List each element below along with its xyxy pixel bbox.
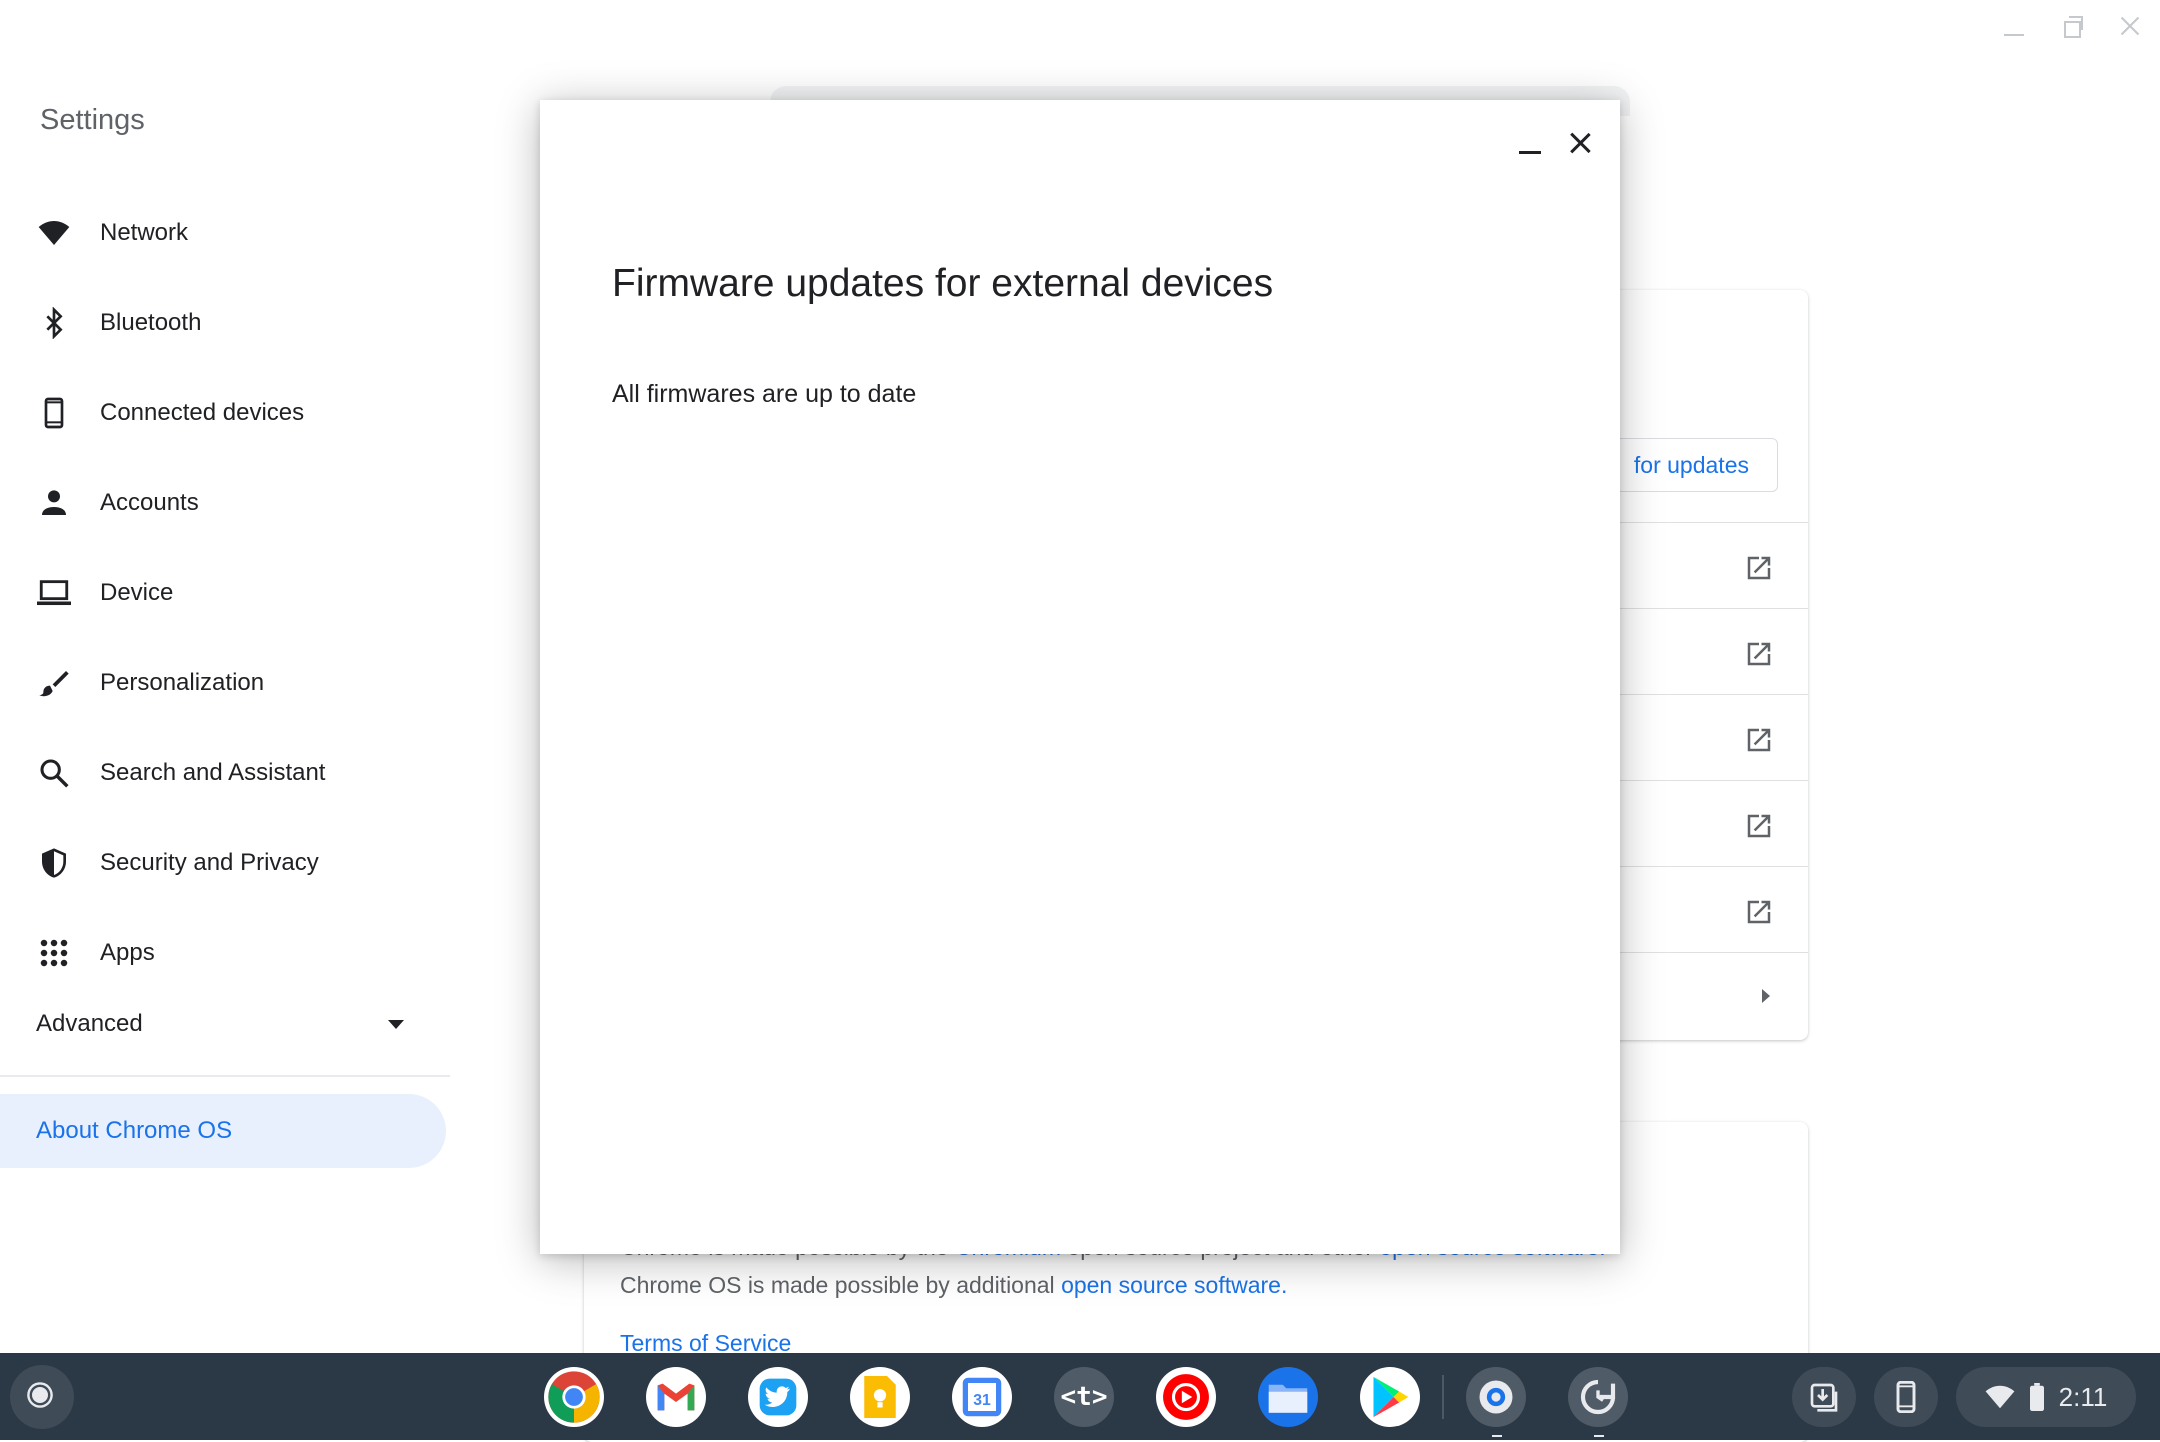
additional-open-source-link[interactable]: open source software. [1061, 1272, 1287, 1298]
system-tray-button[interactable]: 2:11 [1956, 1367, 2136, 1427]
clock-time: 2:11 [2058, 1381, 2108, 1412]
brush-icon [36, 665, 72, 701]
update-app-icon[interactable] [1568, 1367, 1628, 1437]
chromeos-credit-text: Chrome OS is made possible by additional… [620, 1272, 1287, 1299]
dialog-title: Firmware updates for external devices [612, 262, 1274, 305]
advanced-label: Advanced [36, 1010, 143, 1037]
sidebar-item-label: Search and Assistant [100, 759, 326, 786]
sidebar-item-label: Device [100, 579, 174, 606]
youtube-music-app-icon[interactable] [1156, 1367, 1216, 1427]
calendar-date-text: 31 [973, 1392, 991, 1409]
keep-app-icon[interactable] [850, 1367, 910, 1427]
about-expand-row[interactable] [1600, 952, 1808, 1039]
chrome-app-icon[interactable] [544, 1367, 604, 1427]
firmware-update-dialog: Firmware updates for external devices Al… [540, 100, 1620, 1254]
download-tray-icon [1810, 1383, 1838, 1412]
open-external-icon [1744, 725, 1771, 752]
launcher-button[interactable] [10, 1365, 74, 1429]
window-maximize-icon[interactable] [2060, 14, 2084, 38]
wifi-icon [36, 215, 72, 251]
bluetooth-icon [36, 305, 72, 341]
about-card: for updates [1580, 290, 1808, 1040]
wifi-status-icon [1985, 1385, 2015, 1409]
files-app-icon[interactable] [1258, 1367, 1318, 1427]
dialog-minimize-icon[interactable] [1518, 132, 1542, 156]
about-link-row[interactable] [1600, 694, 1808, 781]
credit-text-part: Chrome OS is made possible by additional [620, 1272, 1062, 1298]
shield-icon [36, 845, 72, 881]
sidebar-item-label: Security and Privacy [100, 849, 319, 876]
caret-right-icon [1762, 989, 1770, 1003]
sidebar-item-label: Accounts [100, 489, 199, 516]
window-controls [2002, 14, 2142, 38]
apps-grid-icon [36, 935, 72, 971]
sidebar-item-personalization[interactable]: Personalization [0, 638, 450, 728]
sidebar-item-about-chrome-os[interactable]: About Chrome OS [0, 1094, 446, 1168]
sidebar-item-bluetooth[interactable]: Bluetooth [0, 278, 450, 368]
phone-hub-icon [1896, 1381, 1916, 1413]
text-app-icon[interactable]: <t> [1054, 1367, 1114, 1427]
sidebar-item-label: Bluetooth [100, 309, 202, 336]
settings-title: Settings [40, 104, 145, 136]
status-tray: 2:11 [1792, 1367, 2136, 1427]
holding-space-button[interactable] [1792, 1367, 1856, 1427]
sidebar-item-device[interactable]: Device [0, 548, 450, 638]
open-external-icon [1744, 553, 1771, 580]
about-link-row[interactable] [1600, 608, 1808, 695]
sidebar-item-label: Personalization [100, 669, 265, 696]
sidebar-item-search-and-assistant[interactable]: Search and Assistant [0, 728, 450, 818]
open-external-icon [1744, 897, 1771, 924]
sidebar-divider [0, 1075, 450, 1077]
laptop-icon [36, 575, 72, 611]
open-external-icon [1744, 811, 1771, 838]
shelf-apps: 31 <t> [544, 1367, 1628, 1437]
sidebar-advanced-toggle[interactable]: Advanced [36, 1010, 416, 1038]
sidebar-item-security-and-privacy[interactable]: Security and Privacy [0, 818, 450, 908]
open-external-icon [1744, 639, 1771, 666]
sidebar-nav: Network Bluetooth Connected devices Acco… [0, 188, 450, 998]
sidebar-item-label: Connected devices [100, 399, 305, 426]
window-minimize-icon[interactable] [2002, 14, 2026, 38]
shelf-divider [1442, 1375, 1444, 1419]
twitter-app-icon[interactable] [748, 1367, 808, 1427]
text-app-glyph: <t> [1060, 1382, 1108, 1412]
sidebar-item-accounts[interactable]: Accounts [0, 458, 450, 548]
gmail-app-icon[interactable] [646, 1367, 706, 1427]
phone-icon [36, 395, 72, 431]
sidebar-item-label: About Chrome OS [36, 1117, 233, 1144]
sidebar-item-network[interactable]: Network [0, 188, 450, 278]
about-link-row[interactable] [1600, 522, 1808, 609]
sidebar-item-label: Network [100, 219, 189, 246]
window-close-icon[interactable] [2118, 14, 2142, 38]
battery-icon [2029, 1383, 2044, 1411]
caret-down-icon [388, 1019, 404, 1029]
calendar-app-icon[interactable]: 31 [952, 1367, 1012, 1427]
play-store-app-icon[interactable] [1360, 1367, 1420, 1427]
about-link-row[interactable] [1600, 866, 1808, 953]
shelf: 31 <t> 2:11 [0, 1353, 2160, 1440]
dialog-close-icon[interactable] [1556, 118, 1604, 166]
settings-app-icon[interactable] [1466, 1367, 1526, 1437]
running-indicator [1594, 1435, 1604, 1437]
search-icon [36, 755, 72, 791]
sidebar-item-connected-devices[interactable]: Connected devices [0, 368, 450, 458]
about-link-row[interactable] [1600, 780, 1808, 867]
sidebar-item-apps[interactable]: Apps [0, 908, 450, 998]
phone-hub-button[interactable] [1874, 1367, 1938, 1427]
person-icon [36, 485, 72, 521]
running-indicator [1492, 1435, 1502, 1437]
firmware-status-text: All firmwares are up to date [612, 380, 917, 408]
sidebar-item-label: Apps [100, 939, 155, 966]
